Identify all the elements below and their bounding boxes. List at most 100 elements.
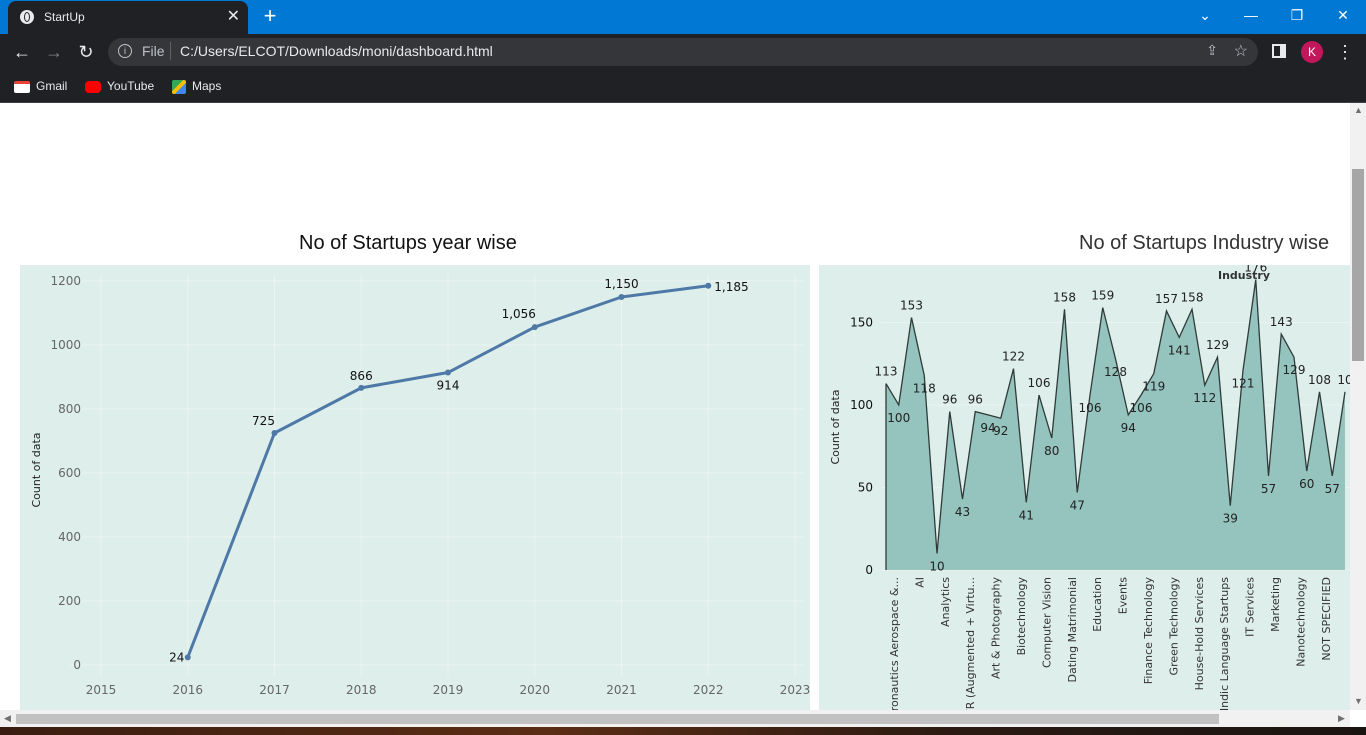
data-label: 157 [1155, 292, 1178, 306]
youtube-icon [85, 80, 101, 93]
year-chart-title: No of Startups year wise [299, 232, 517, 254]
data-label: 47 [1070, 498, 1085, 512]
data-label: 866 [350, 369, 373, 383]
category-label: Analytics [939, 577, 952, 627]
url-text[interactable]: C:/Users/ELCOT/Downloads/moni/dashboard.… [180, 43, 493, 59]
category-label: Marketing [1269, 577, 1282, 632]
data-label: 10 [1337, 373, 1350, 387]
data-label: 96 [968, 393, 983, 407]
info-icon[interactable]: i [118, 44, 132, 58]
data-label: 129 [1283, 363, 1306, 377]
vertical-scrollbar[interactable]: ▲ ▼ [1350, 103, 1366, 710]
data-label: 10 [929, 560, 944, 574]
category-label: Green Technology [1167, 577, 1180, 676]
profile-avatar[interactable]: K [1301, 41, 1323, 63]
data-label: 176 [1244, 265, 1267, 275]
y-tick-label: 800 [58, 402, 81, 416]
tab-close-icon[interactable]: ✕ [227, 7, 240, 27]
data-label: 57 [1325, 482, 1340, 496]
industry-chart-title: No of Startups Industry wise [1079, 232, 1330, 254]
y-tick-label: 50 [858, 481, 873, 495]
y-tick-label: 1000 [50, 338, 81, 352]
industry-area-chart: 050100150IndustryCount of data1131001531… [829, 261, 1350, 710]
category-label: Finance Technology [1142, 577, 1155, 685]
y-tick-label: 150 [850, 316, 873, 330]
data-label: 41 [1019, 508, 1034, 522]
data-label: 1,150 [604, 277, 638, 291]
data-label: 121 [1232, 376, 1255, 390]
data-label: 57 [1261, 482, 1276, 496]
browser-tab[interactable]: StartUp ✕ [8, 1, 248, 34]
title-bar: StartUp ✕ + ⌄ — ❐ ✕ [0, 0, 1366, 34]
taskbar-strip [0, 727, 1366, 735]
data-label: 80 [1044, 444, 1059, 458]
data-label: 106 [1130, 401, 1153, 415]
tab-title: StartUp [44, 10, 85, 24]
dashboard-page: No of Startups year wise No of Startups … [0, 103, 1350, 710]
category-label: ronautics Aerospace &... [888, 577, 901, 710]
scroll-left-arrow-icon[interactable]: ◀ [4, 713, 11, 724]
bookmark-label: Gmail [36, 79, 68, 93]
tab-search-chevron-icon[interactable]: ⌄ [1182, 0, 1228, 30]
data-point [358, 384, 365, 391]
vertical-scroll-thumb[interactable] [1352, 169, 1364, 361]
bookmark-label: YouTube [107, 79, 155, 93]
close-window-button[interactable]: ✕ [1320, 0, 1366, 30]
category-label: Dating Matrimonial [1066, 577, 1079, 682]
scroll-right-arrow-icon[interactable]: ▶ [1338, 713, 1345, 724]
globe-icon [20, 10, 34, 24]
x-tick-label: 2021 [606, 683, 637, 697]
data-label: 159 [1091, 289, 1114, 303]
bookmark-star-icon[interactable]: ☆ [1234, 41, 1248, 61]
forward-button[interactable]: → [41, 40, 67, 64]
data-point [184, 654, 191, 661]
address-separator [170, 42, 171, 60]
data-label: 1,056 [502, 307, 536, 321]
year-chart-panel: 0 200 400 600 800 1000 1200 2015 2016 2017 2018 201… [20, 265, 810, 710]
minimize-button[interactable]: — [1228, 0, 1274, 30]
scroll-up-arrow-icon[interactable]: ▲ [1354, 105, 1363, 115]
data-label: 113 [875, 365, 898, 379]
data-label: 92 [993, 424, 1008, 438]
data-point [445, 369, 451, 376]
data-point [618, 294, 625, 300]
share-icon[interactable]: ⇪ [1206, 42, 1218, 59]
reload-button[interactable]: ↻ [73, 40, 99, 64]
x-tick-label: 2019 [433, 683, 464, 697]
back-button[interactable]: ← [9, 40, 35, 64]
horizontal-scroll-thumb[interactable] [16, 714, 1219, 724]
side-panel-icon[interactable] [1272, 44, 1286, 58]
data-label: 119 [1142, 380, 1165, 394]
category-label: Education [1091, 577, 1104, 632]
horizontal-scrollbar[interactable]: ◀ ▶ [0, 710, 1350, 727]
menu-icon[interactable]: ⋮ [1336, 40, 1354, 64]
data-label: 108 [1308, 373, 1331, 387]
data-label: 158 [1181, 290, 1204, 304]
bookmark-gmail[interactable]: Gmail [14, 77, 67, 95]
data-point [705, 282, 712, 289]
restore-button[interactable]: ❐ [1274, 0, 1320, 30]
data-label: 100 [887, 411, 910, 425]
year-line-chart: 0 200 400 600 800 1000 1200 2015 2016 2017 2018 201… [30, 274, 810, 697]
y-tick-label: 1200 [50, 274, 81, 288]
scroll-down-arrow-icon[interactable]: ▼ [1354, 696, 1363, 706]
y-axis-label: Count of data [829, 389, 842, 464]
data-label: 143 [1270, 315, 1293, 329]
bookmarks-bar: Gmail YouTube Maps [0, 70, 1366, 103]
gmail-icon [14, 80, 30, 93]
x-tick-label: 2022 [693, 683, 724, 697]
category-label: Indic Language Startups [1218, 577, 1231, 710]
bookmark-youtube[interactable]: YouTube [85, 77, 154, 95]
data-label: 39 [1223, 512, 1238, 526]
data-label: 153 [900, 299, 923, 313]
bookmark-maps[interactable]: Maps [172, 77, 221, 95]
new-tab-button[interactable]: + [259, 4, 281, 28]
category-label: Biotechnology [1015, 577, 1028, 656]
x-tick-label: 2023 [780, 683, 810, 697]
x-tick-label: 2017 [259, 683, 290, 697]
address-bar[interactable]: i File C:/Users/ELCOT/Downloads/moni/das… [108, 38, 1258, 66]
data-label: 106 [1028, 376, 1051, 390]
category-label: Nanotechnology [1294, 577, 1307, 667]
y-tick-label: 0 [865, 563, 873, 577]
category-label: Computer Vision [1040, 577, 1053, 668]
